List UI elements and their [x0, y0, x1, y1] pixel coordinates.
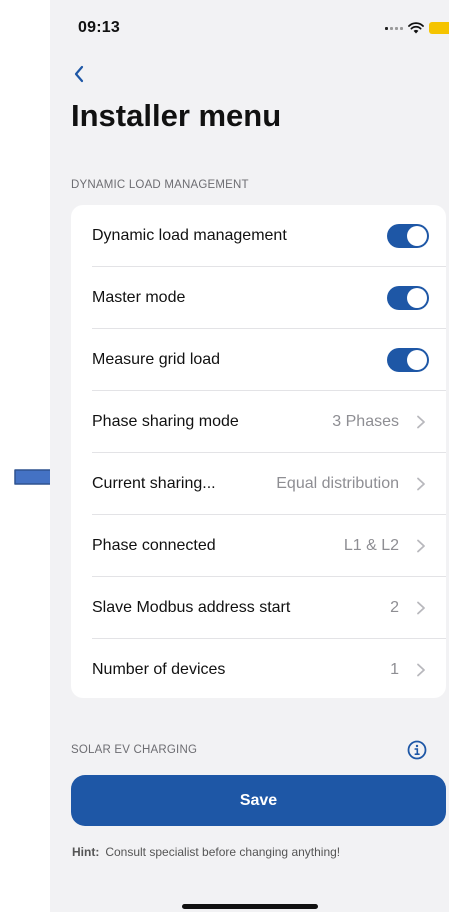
save-button[interactable]: Save — [71, 775, 446, 826]
status-time: 09:13 — [78, 19, 120, 36]
chevron-right-icon — [417, 539, 425, 553]
hint: Hint: Consult specialist before changing … — [72, 845, 340, 859]
chevron-right-icon — [417, 477, 425, 491]
chevron-right-icon — [417, 415, 425, 429]
info-icon — [407, 740, 427, 760]
row-label: Slave Modbus address start — [92, 599, 291, 616]
row-label: Master mode — [92, 289, 186, 306]
row-label: Dynamic load management — [92, 227, 287, 244]
row-label: Current sharing... — [92, 475, 216, 492]
wifi-icon — [408, 22, 424, 34]
row-number-of-devices[interactable]: Number of devices 1 — [71, 639, 446, 701]
page: 09:13 Installer menu DYNAMIC LOAD MANAGE… — [0, 0, 449, 912]
row-master-mode: Master mode — [71, 267, 446, 329]
chevron-left-icon — [74, 65, 84, 83]
row-dynamic-load-management: Dynamic load management — [71, 205, 446, 267]
row-value: Equal distribution — [276, 475, 399, 492]
row-measure-grid-load: Measure grid load — [71, 329, 446, 391]
back-button[interactable] — [68, 62, 92, 86]
section-header-dynamic-load: DYNAMIC LOAD MANAGEMENT — [71, 179, 249, 191]
row-phase-connected[interactable]: Phase connected L1 & L2 — [71, 515, 446, 577]
dynamic-load-management-toggle[interactable] — [387, 224, 429, 248]
measure-grid-load-toggle[interactable] — [387, 348, 429, 372]
row-current-sharing[interactable]: Current sharing... Equal distribution — [71, 453, 446, 515]
row-label: Phase connected — [92, 537, 216, 554]
row-label: Measure grid load — [92, 351, 221, 368]
chevron-right-icon — [417, 601, 425, 615]
page-title: Installer menu — [71, 98, 282, 133]
hint-text: Consult specialist before changing anyth… — [105, 845, 341, 859]
row-phase-sharing-mode[interactable]: Phase sharing mode 3 Phases — [71, 391, 446, 453]
info-button[interactable] — [407, 740, 427, 760]
cellular-signal-icon — [385, 26, 403, 30]
row-value: 1 — [390, 661, 399, 678]
row-value: 2 — [390, 599, 399, 616]
status-bar: 09:13 — [50, 0, 449, 54]
phone-screen: 09:13 Installer menu DYNAMIC LOAD MANAGE… — [50, 0, 449, 912]
row-slave-modbus-address-start[interactable]: Slave Modbus address start 2 — [71, 577, 446, 639]
row-value: 3 Phases — [332, 413, 399, 430]
row-label: Number of devices — [92, 661, 226, 678]
hint-label: Hint: — [72, 845, 100, 859]
chevron-right-icon — [417, 663, 425, 677]
home-indicator[interactable] — [182, 904, 318, 909]
status-icons — [385, 20, 449, 36]
row-value: L1 & L2 — [343, 537, 399, 554]
settings-card: Dynamic load management Master mode Meas… — [71, 205, 446, 698]
battery-icon — [429, 22, 449, 34]
master-mode-toggle[interactable] — [387, 286, 429, 310]
row-label: Phase sharing mode — [92, 413, 239, 430]
section-header-solar-ev-charging: SOLAR EV CHARGING — [71, 744, 198, 756]
